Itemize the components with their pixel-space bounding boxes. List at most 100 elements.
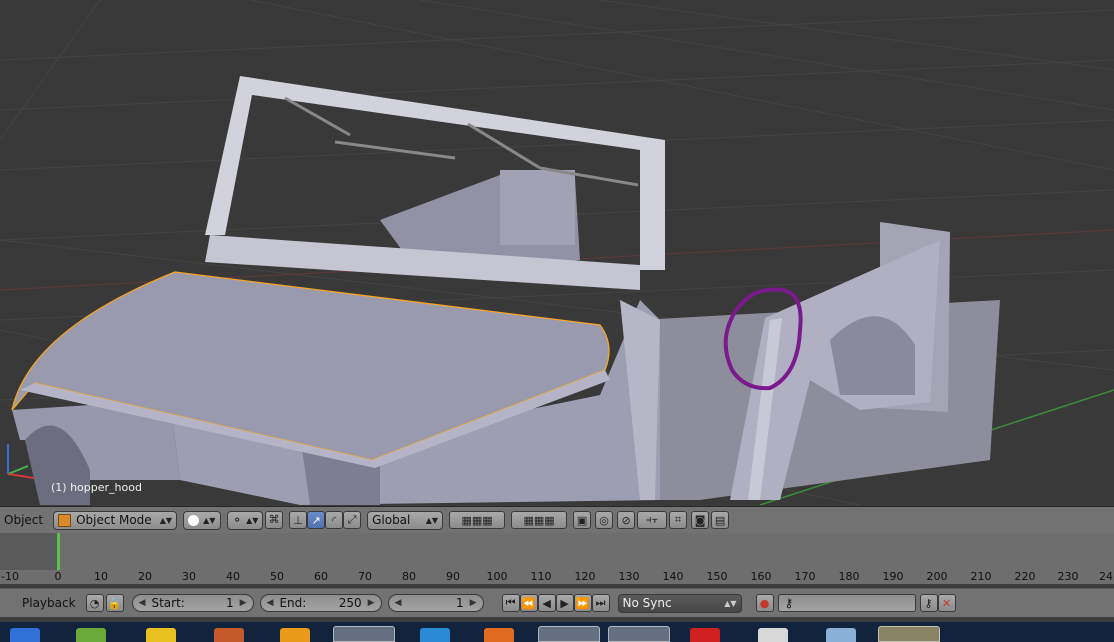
onion-icon[interactable]: ⌗ [669, 511, 688, 529]
timeline-preroll [0, 533, 57, 570]
shading-dropdown[interactable]: ▲▼ [183, 510, 222, 530]
sync-dropdown[interactable]: No Sync ▲▼ [617, 593, 742, 613]
updown-arrows-icon: ▲▼ [203, 515, 216, 525]
jump-end-icon[interactable]: ⏭ [591, 594, 610, 612]
pivot-group: ⚬ ▲▼ ⌘ [227, 510, 284, 530]
taskbar-app-icon[interactable] [878, 626, 940, 642]
timeline-footer: Playback ◔ 🔒 ◀ Start: 1 ▶ ◀ End: 250 ▶ ◀… [0, 588, 1114, 617]
layer-buttons-icon[interactable]: ▦▦▦ [449, 511, 506, 529]
render-animation-icon[interactable]: ▤ [711, 511, 730, 529]
snap-element-icon[interactable]: ⫞⫟ [637, 511, 668, 529]
start-value: 1 [225, 596, 234, 610]
play-reverse-icon[interactable]: ◀ [537, 594, 556, 612]
layers-group-1: ▦▦▦ [449, 511, 506, 529]
ruler-label: 120 [574, 570, 596, 583]
taskbar-app-icon[interactable] [608, 626, 670, 642]
ruler-label: 190 [882, 570, 904, 583]
ruler-label: 210 [970, 570, 992, 583]
end-frame-field[interactable]: ◀ End: 250 ▶ [259, 594, 382, 612]
mode-label: Object Mode [76, 513, 152, 527]
preview-range-icon[interactable]: ◔ [85, 594, 104, 612]
ruler-label: -10 [1, 570, 19, 583]
updown-arrows-icon: ▲▼ [159, 515, 173, 525]
left-arrow-icon: ◀ [138, 598, 146, 608]
ruler-label: 40 [226, 570, 240, 583]
left-arrow-icon: ◀ [394, 598, 402, 608]
proportional-edit-icon[interactable]: ◎ [595, 511, 614, 529]
ruler-label: 90 [446, 570, 460, 583]
pivot-dropdown[interactable]: ⚬ ▲▼ [227, 510, 264, 530]
insert-keyframe-icon[interactable]: ⚷ [919, 594, 938, 612]
current-frame-value: 1 [455, 596, 464, 610]
right-arrow-icon: ▶ [367, 598, 375, 608]
lock-icon[interactable]: 🔒 [105, 594, 124, 612]
layers-group-2: ▦▦▦ [511, 511, 568, 529]
taskbar-browser-icon[interactable] [420, 628, 450, 642]
ruler-label: 24 [1099, 570, 1113, 583]
cube-icon [58, 513, 72, 527]
updown-arrows-icon: ▲▼ [425, 515, 439, 525]
3d-viewport[interactable]: (1) hopper_hood [0, 0, 1114, 505]
scale-manipulator-icon[interactable]: ⤢ [343, 511, 362, 529]
scene-drawing [0, 0, 1114, 505]
frame-cursor[interactable] [57, 533, 60, 570]
ruler-label: 180 [838, 570, 860, 583]
right-arrow-icon: ▶ [239, 598, 247, 608]
render-icon[interactable]: ◙ [691, 511, 710, 529]
prev-keyframe-icon[interactable]: ⏪ [519, 594, 538, 612]
mode-dropdown[interactable]: Object Mode ▲▼ [53, 510, 178, 530]
start-button-icon[interactable] [10, 628, 40, 642]
rotate-manipulator-icon[interactable]: ◜ [325, 511, 344, 529]
delete-keyframe-icon[interactable]: ✕ [937, 594, 956, 612]
orientation-dropdown[interactable]: Global ▲▼ [367, 510, 444, 530]
object-menu[interactable]: Object [4, 513, 43, 527]
keying-set-field[interactable]: ⚷ [777, 594, 916, 612]
updown-arrows-icon: ▲▼ [246, 515, 259, 525]
updown-arrows-icon: ▲▼ [724, 598, 737, 608]
ruler-label: 50 [270, 570, 284, 583]
taskbar-firefox-icon[interactable] [484, 628, 514, 642]
start-frame-field[interactable]: ◀ Start: 1 ▶ [131, 594, 254, 612]
ruler-label: 130 [618, 570, 640, 583]
translate-manipulator-icon[interactable]: ↗ [307, 511, 326, 529]
axis-manipulator-icon[interactable]: ⊥ [289, 511, 308, 529]
timeline-area[interactable] [0, 533, 1114, 570]
current-frame-field[interactable]: ◀ 1 ▶ [387, 594, 484, 612]
jump-start-icon[interactable]: ⏮ [501, 594, 520, 612]
ruler-label: 10 [94, 570, 108, 583]
manipulator-toggle-icon[interactable]: ⌘ [265, 510, 284, 529]
play-icon[interactable]: ▶ [555, 594, 574, 612]
os-taskbar [0, 622, 1114, 642]
sync-label: No Sync [622, 596, 672, 610]
ruler-label: 150 [706, 570, 728, 583]
ruler-label: 0 [54, 570, 62, 583]
transport-controls: ⏮ ⏪ ◀ ▶ ⏩ ⏭ [501, 594, 610, 612]
playback-menu[interactable]: Playback [22, 596, 76, 610]
ruler-label: 20 [138, 570, 152, 583]
taskbar-chrome-icon[interactable] [538, 626, 600, 642]
snap-toggle-icon[interactable]: ⊘ [617, 511, 636, 529]
taskbar-app-icon[interactable] [214, 628, 244, 642]
taskbar-app-icon[interactable] [690, 628, 720, 642]
end-label: End: [279, 596, 307, 610]
taskbar-blender-icon[interactable] [333, 626, 395, 642]
next-keyframe-icon[interactable]: ⏩ [573, 594, 592, 612]
taskbar-app-icon[interactable] [826, 628, 856, 642]
ruler-label: 220 [1014, 570, 1036, 583]
left-arrow-icon: ◀ [266, 598, 274, 608]
taskbar-app-icon[interactable] [280, 628, 310, 642]
layer-buttons-icon[interactable]: ▦▦▦ [511, 511, 568, 529]
active-object-label: (1) hopper_hood [51, 481, 142, 494]
frame-ruler: -10 0 10 20 30 40 50 60 70 80 90 100 110… [0, 570, 1114, 584]
taskbar-app-icon[interactable] [146, 628, 176, 642]
record-icon[interactable]: ● [755, 594, 774, 612]
lock-camera-icon[interactable]: ▣ [573, 511, 592, 529]
ruler-label: 110 [530, 570, 552, 583]
ruler-label: 80 [402, 570, 416, 583]
taskbar-app-icon[interactable] [758, 628, 788, 642]
viewport-header: Object Object Mode ▲▼ ▲▼ ⚬ ▲▼ ⌘ ⊥ ↗ ◜ ⤢ … [0, 506, 1114, 533]
ruler-label: 30 [182, 570, 196, 583]
taskbar-app-icon[interactable] [76, 628, 106, 642]
transform-manipulators: ⊥ ↗ ◜ ⤢ [289, 511, 362, 529]
ruler-label: 60 [314, 570, 328, 583]
